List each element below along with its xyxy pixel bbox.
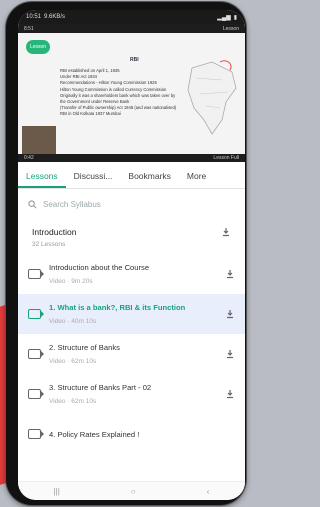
lesson-item[interactable]: 3. Structure of Banks Part - 02 Video · … — [18, 374, 245, 414]
video-top-right: Lesson — [222, 25, 239, 32]
video-icon — [28, 429, 44, 439]
home-icon[interactable]: ○ — [131, 487, 136, 496]
download-icon[interactable] — [221, 227, 231, 237]
video-bottom-bar: 0:42 Lesson Full — [18, 154, 245, 162]
video-icon — [28, 349, 44, 359]
video-top-left: 8:51 — [24, 25, 34, 32]
android-nav-bar: ||| ○ ‹ — [18, 481, 245, 500]
section-header[interactable]: Introduction 32 Lessons — [18, 219, 245, 254]
search-bar[interactable]: Search Syllabus — [18, 189, 245, 219]
video-bottom-left: 0:42 — [24, 155, 34, 161]
tab-discussions[interactable]: Discussi... — [66, 171, 121, 188]
phone-frame: 10:51 9.6KB/s ▂▄▆ ▮ 8:51 Lesson Lesson R… — [6, 2, 246, 505]
battery-icon: ▮ — [233, 14, 237, 21]
download-icon[interactable] — [225, 389, 235, 399]
lesson-duration: Video · 62m 10s — [49, 358, 97, 365]
video-bottom-right: Lesson Full — [213, 155, 239, 161]
back-icon[interactable]: ‹ — [207, 487, 210, 496]
video-icon — [28, 309, 44, 319]
lesson-title: Introduction about the Course — [49, 263, 150, 272]
note-line: RBI in Old Kolkata 1937 Mumbai — [60, 111, 121, 117]
video-player[interactable]: 8:51 Lesson Lesson RBI RBI established o… — [18, 24, 245, 162]
status-time: 10:51 — [26, 14, 42, 20]
section-title: Introduction — [32, 227, 77, 237]
note-line: Hilton Young Commission is called Curren… — [60, 86, 167, 92]
lesson-duration: Video · 62m 10s — [49, 398, 97, 405]
slide-title: RBI — [130, 57, 139, 63]
app-screen: 10:51 9.6KB/s ▂▄▆ ▮ 8:51 Lesson Lesson R… — [18, 10, 245, 500]
search-placeholder: Search Syllabus — [43, 199, 101, 209]
section-subtitle: 32 Lessons — [32, 241, 66, 248]
lesson-title: 3. Structure of Banks Part - 02 — [49, 383, 152, 392]
lesson-item[interactable]: 4. Policy Rates Explained ! — [18, 414, 245, 454]
lesson-item-active[interactable]: 1. What is a bank?, RBI & its Function V… — [18, 294, 245, 334]
search-icon — [28, 199, 37, 208]
recents-icon[interactable]: ||| — [54, 487, 60, 496]
video-icon — [28, 269, 44, 279]
lesson-duration: Video · 40m 10s — [49, 318, 97, 325]
signal-icon: ▂▄▆ — [217, 14, 231, 21]
tab-more[interactable]: More — [179, 171, 214, 188]
tab-bookmarks[interactable]: Bookmarks — [120, 171, 179, 188]
slide-notes: RBI established on April 1, 1935 Under R… — [60, 68, 180, 118]
lesson-chip: Lesson — [26, 40, 50, 54]
lesson-duration: Video · 9m 20s — [49, 278, 93, 285]
status-bar: 10:51 9.6KB/s ▂▄▆ ▮ — [18, 10, 245, 24]
lesson-item[interactable]: 2. Structure of Banks Video · 62m 10s — [18, 334, 245, 374]
video-top-bar: 8:51 Lesson — [18, 24, 245, 33]
tab-bar: Lessons Discussi... Bookmarks More — [18, 162, 245, 189]
note-line: Originally it was a shareholders bank wh… — [60, 92, 176, 105]
download-icon[interactable] — [225, 309, 235, 319]
lesson-title: 2. Structure of Banks — [49, 343, 120, 352]
lesson-item[interactable]: Introduction about the Course Video · 9m… — [18, 254, 245, 294]
lesson-title: 1. What is a bank?, RBI & its Function — [49, 303, 186, 312]
india-map-sketch — [187, 60, 237, 135]
status-speed: 9.6KB/s — [44, 14, 66, 20]
tab-lessons[interactable]: Lessons — [18, 171, 66, 188]
download-icon[interactable] — [225, 269, 235, 279]
video-icon — [28, 389, 44, 399]
lesson-title: 4. Policy Rates Explained ! — [49, 429, 140, 439]
download-icon[interactable] — [225, 349, 235, 359]
